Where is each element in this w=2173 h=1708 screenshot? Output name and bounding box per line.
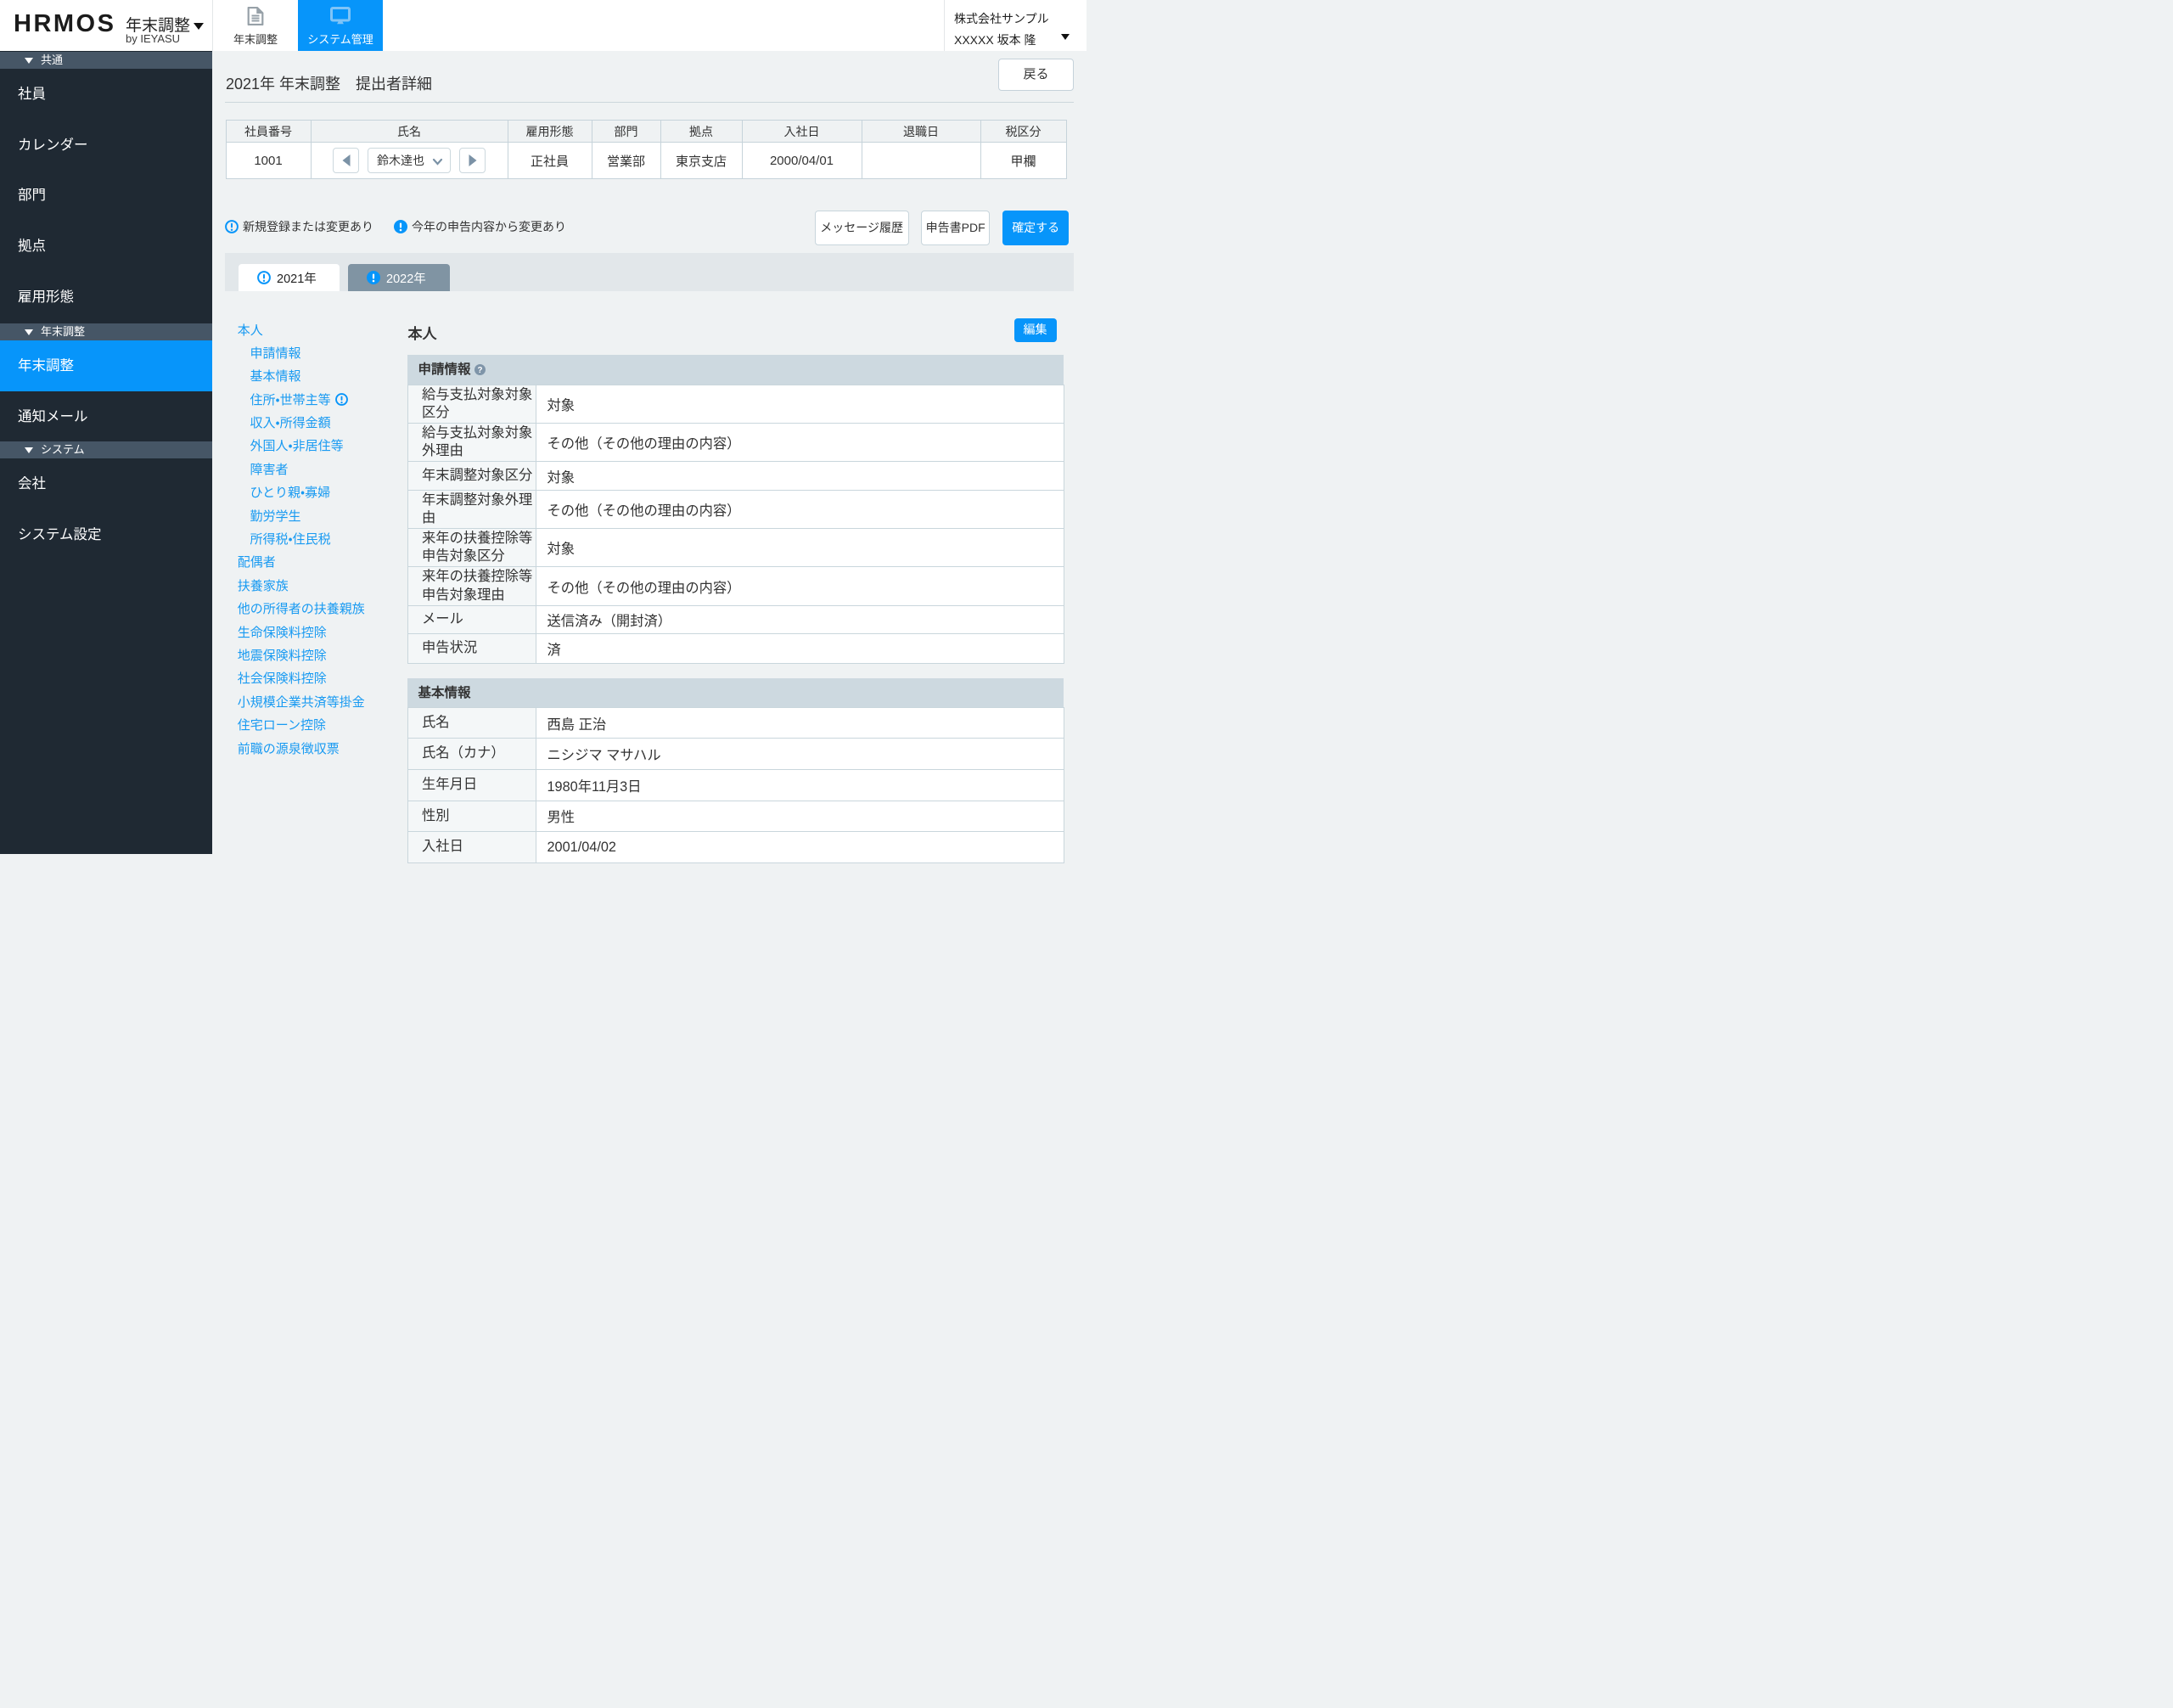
svg-text:?: ? <box>477 365 482 374</box>
